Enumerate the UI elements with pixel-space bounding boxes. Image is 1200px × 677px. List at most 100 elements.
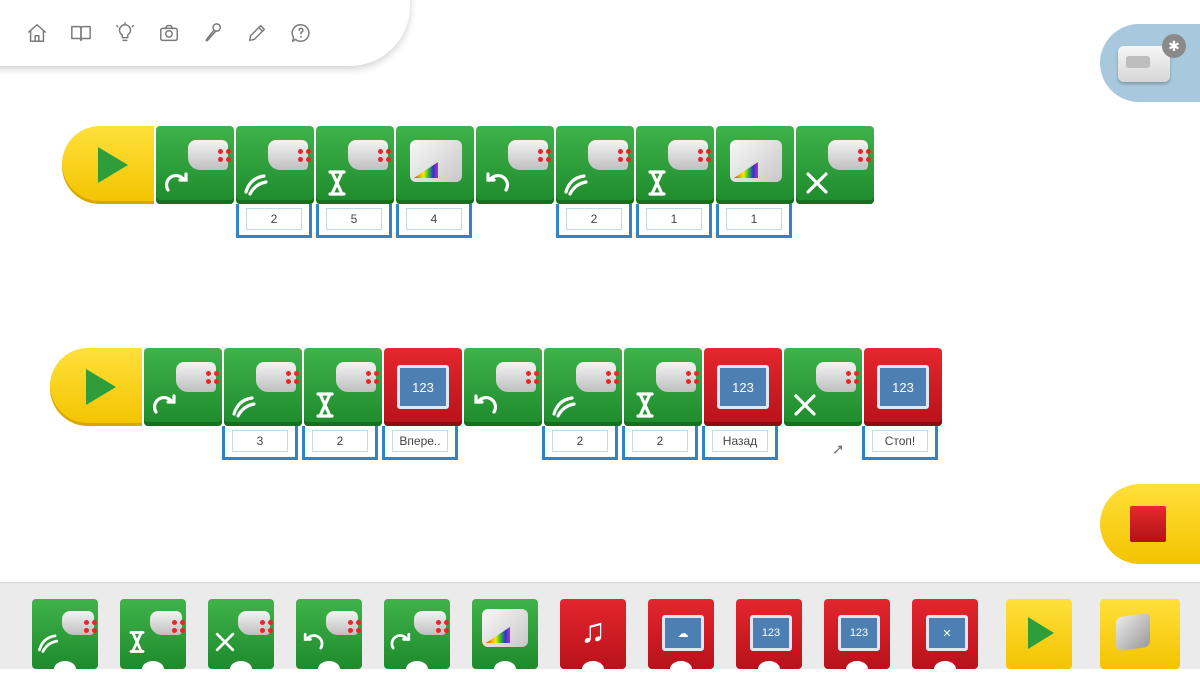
block-motor-on-for[interactable] — [316, 126, 394, 204]
block-motor-power[interactable] — [224, 348, 302, 426]
palette-motor-clockwise[interactable] — [384, 599, 450, 677]
motor-icon — [256, 362, 296, 392]
palette-motor-power[interactable] — [32, 599, 98, 677]
program-row-2: 123 123 123 — [50, 348, 942, 426]
motor-icon — [668, 140, 708, 170]
block-display-text[interactable]: 123 — [864, 348, 942, 426]
param-input[interactable]: 2 — [542, 426, 618, 460]
stop-all-button[interactable] — [1100, 484, 1200, 564]
motor-icon — [268, 140, 308, 170]
book-icon[interactable] — [64, 16, 98, 50]
hourglass-icon — [642, 168, 672, 198]
block-display-text[interactable]: 123 — [704, 348, 782, 426]
stop-square-icon — [1130, 506, 1166, 542]
block-motor-clockwise[interactable] — [156, 126, 234, 204]
power-gauge-icon — [550, 390, 580, 420]
motor-icon — [816, 362, 856, 392]
play-icon — [98, 147, 128, 183]
palette-connector — [142, 661, 164, 677]
camera-icon[interactable] — [152, 16, 186, 50]
param-input[interactable]: 5 — [316, 204, 392, 238]
start-block[interactable] — [50, 348, 142, 426]
block-motor-power[interactable] — [556, 126, 634, 204]
palette-connector — [846, 661, 868, 677]
clockwise-arrow-icon — [388, 629, 414, 655]
palette-display-clear[interactable]: ✕ — [912, 599, 978, 677]
hub-connection-button[interactable]: ✱ — [1100, 24, 1200, 102]
smarthub-icon — [1118, 46, 1170, 82]
microphone-icon[interactable] — [196, 16, 230, 50]
pencil-icon[interactable] — [240, 16, 274, 50]
param-input[interactable]: 2 — [622, 426, 698, 460]
block-light[interactable] — [396, 126, 474, 204]
bluetooth-icon: ✱ — [1162, 34, 1186, 58]
motor-icon — [62, 611, 94, 635]
motor-icon — [588, 140, 628, 170]
param-input[interactable]: 1 — [636, 204, 712, 238]
home-icon[interactable] — [20, 16, 54, 50]
power-gauge-icon — [242, 168, 272, 198]
palette-connector — [670, 661, 692, 677]
palette-motor-on-for[interactable] — [120, 599, 186, 677]
param-input[interactable]: 1 — [716, 204, 792, 238]
palette-connector — [318, 661, 340, 677]
motor-icon — [238, 611, 270, 635]
palette-display-background[interactable]: ☁ — [648, 599, 714, 677]
motor-icon — [496, 362, 536, 392]
param-input[interactable]: Впере.. — [382, 426, 458, 460]
display-screen-icon: 123 — [750, 615, 792, 651]
param-input[interactable]: 2 — [236, 204, 312, 238]
motor-icon — [508, 140, 548, 170]
param-input[interactable]: Назад — [702, 426, 778, 460]
palette-light[interactable] — [472, 599, 538, 677]
block-display-text[interactable]: 123 — [384, 348, 462, 426]
light-sensor-icon — [730, 140, 782, 182]
palette-connector — [758, 661, 780, 677]
palette-motor-off[interactable] — [208, 599, 274, 677]
help-icon[interactable] — [284, 16, 318, 50]
display-clear-icon: ✕ — [926, 615, 968, 651]
palette-display-text[interactable]: 123 — [736, 599, 802, 677]
block-motor-power[interactable] — [236, 126, 314, 204]
clockwise-arrow-icon — [150, 390, 180, 420]
palette-start[interactable] — [1006, 599, 1072, 669]
block-motor-clockwise[interactable] — [144, 348, 222, 426]
motor-icon — [336, 362, 376, 392]
palette-display-add[interactable]: 123 — [824, 599, 890, 677]
param-input[interactable]: 2 — [556, 204, 632, 238]
block-motor-off[interactable] — [784, 348, 862, 426]
block-motor-on-for[interactable] — [624, 348, 702, 426]
palette-motor-counterclockwise[interactable] — [296, 599, 362, 677]
block-motor-on-for[interactable] — [636, 126, 714, 204]
power-gauge-icon — [36, 629, 62, 655]
palette-connector — [582, 661, 604, 677]
display-image-icon: ☁ — [662, 615, 704, 651]
clockwise-arrow-icon — [162, 168, 192, 198]
play-icon — [86, 369, 116, 405]
param-input[interactable]: 3 — [222, 426, 298, 460]
motor-off-x-icon — [802, 168, 832, 198]
key-icon — [1116, 612, 1150, 652]
param-input[interactable]: 4 — [396, 204, 472, 238]
display-screen-icon: 123 — [877, 365, 929, 409]
hourglass-icon — [124, 629, 150, 655]
palette-connector — [230, 661, 252, 677]
block-motor-counterclockwise[interactable] — [476, 126, 554, 204]
motor-icon — [188, 140, 228, 170]
palette-connector — [934, 661, 956, 677]
block-motor-power[interactable] — [544, 348, 622, 426]
block-motor-counterclockwise[interactable] — [464, 348, 542, 426]
palette-play-sound[interactable]: ♫ — [560, 599, 626, 677]
block-light[interactable] — [716, 126, 794, 204]
start-block[interactable] — [62, 126, 154, 204]
palette-key-press[interactable] — [1100, 599, 1180, 669]
block-motor-off[interactable] — [796, 126, 874, 204]
counterclockwise-arrow-icon — [470, 390, 500, 420]
block-motor-on-for[interactable] — [304, 348, 382, 426]
hourglass-icon — [310, 390, 340, 420]
motor-icon — [348, 140, 388, 170]
lightbulb-icon[interactable] — [108, 16, 142, 50]
motor-off-x-icon — [212, 629, 238, 655]
param-input[interactable]: 2 — [302, 426, 378, 460]
param-input[interactable]: Стоп! — [862, 426, 938, 460]
